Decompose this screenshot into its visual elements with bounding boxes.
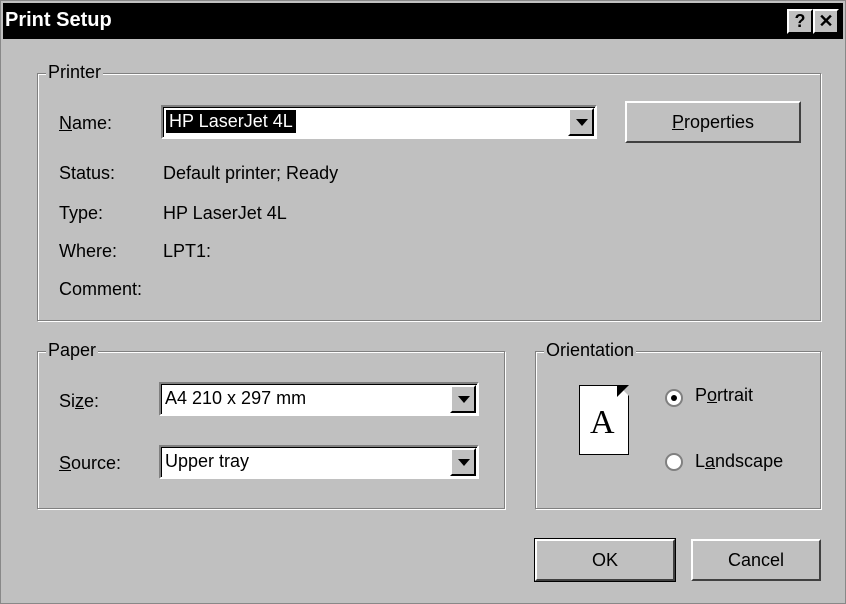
printer-legend: Printer [46, 62, 104, 83]
help-button[interactable]: ? [787, 9, 813, 34]
portrait-radio[interactable] [665, 389, 683, 407]
close-button[interactable]: ✕ [813, 9, 839, 34]
name-label: Name: [59, 113, 113, 133]
paper-size-select[interactable]: A4 210 x 297 mm [159, 382, 479, 416]
portrait-page-icon: A [579, 385, 629, 455]
paper-group: Paper [37, 340, 505, 509]
print-setup-dialog: Print Setup ? ✕ Printer Name: HP LaserJe… [0, 0, 846, 604]
landscape-label[interactable]: Landscape [695, 451, 783, 472]
orientation-legend: Orientation [544, 340, 637, 361]
chevron-down-icon[interactable] [568, 108, 594, 136]
ok-button[interactable]: OK [534, 538, 676, 582]
orientation-group: Orientation [535, 340, 821, 509]
printer-name-value: HP LaserJet 4L [165, 109, 297, 134]
cancel-button[interactable]: Cancel [691, 539, 821, 581]
paper-size-value: A4 210 x 297 mm [165, 388, 307, 408]
dialog-title: Print Setup [5, 9, 112, 31]
portrait-label[interactable]: Portrait [695, 385, 753, 406]
printer-name-select[interactable]: HP LaserJet 4L [161, 105, 597, 139]
type-label: Type: [59, 203, 104, 223]
paper-source-value: Upper tray [165, 451, 250, 471]
chevron-down-icon[interactable] [450, 448, 476, 476]
properties-button[interactable]: Properties [625, 101, 801, 143]
status-value: Default printer; Ready [163, 163, 339, 183]
title-bar[interactable]: Print Setup ? ✕ [3, 3, 843, 39]
where-value: LPT1: [163, 241, 212, 261]
source-label: Source: [59, 453, 122, 473]
where-label: Where: [59, 241, 118, 261]
paper-legend: Paper [46, 340, 99, 361]
status-label: Status: [59, 163, 116, 183]
type-value: HP LaserJet 4L [163, 203, 287, 223]
page-letter: A [590, 404, 615, 441]
size-label: Size: [59, 391, 100, 411]
landscape-radio[interactable] [665, 453, 683, 471]
paper-source-select[interactable]: Upper tray [159, 445, 479, 479]
comment-label: Comment: [59, 279, 143, 299]
chevron-down-icon[interactable] [450, 385, 476, 413]
